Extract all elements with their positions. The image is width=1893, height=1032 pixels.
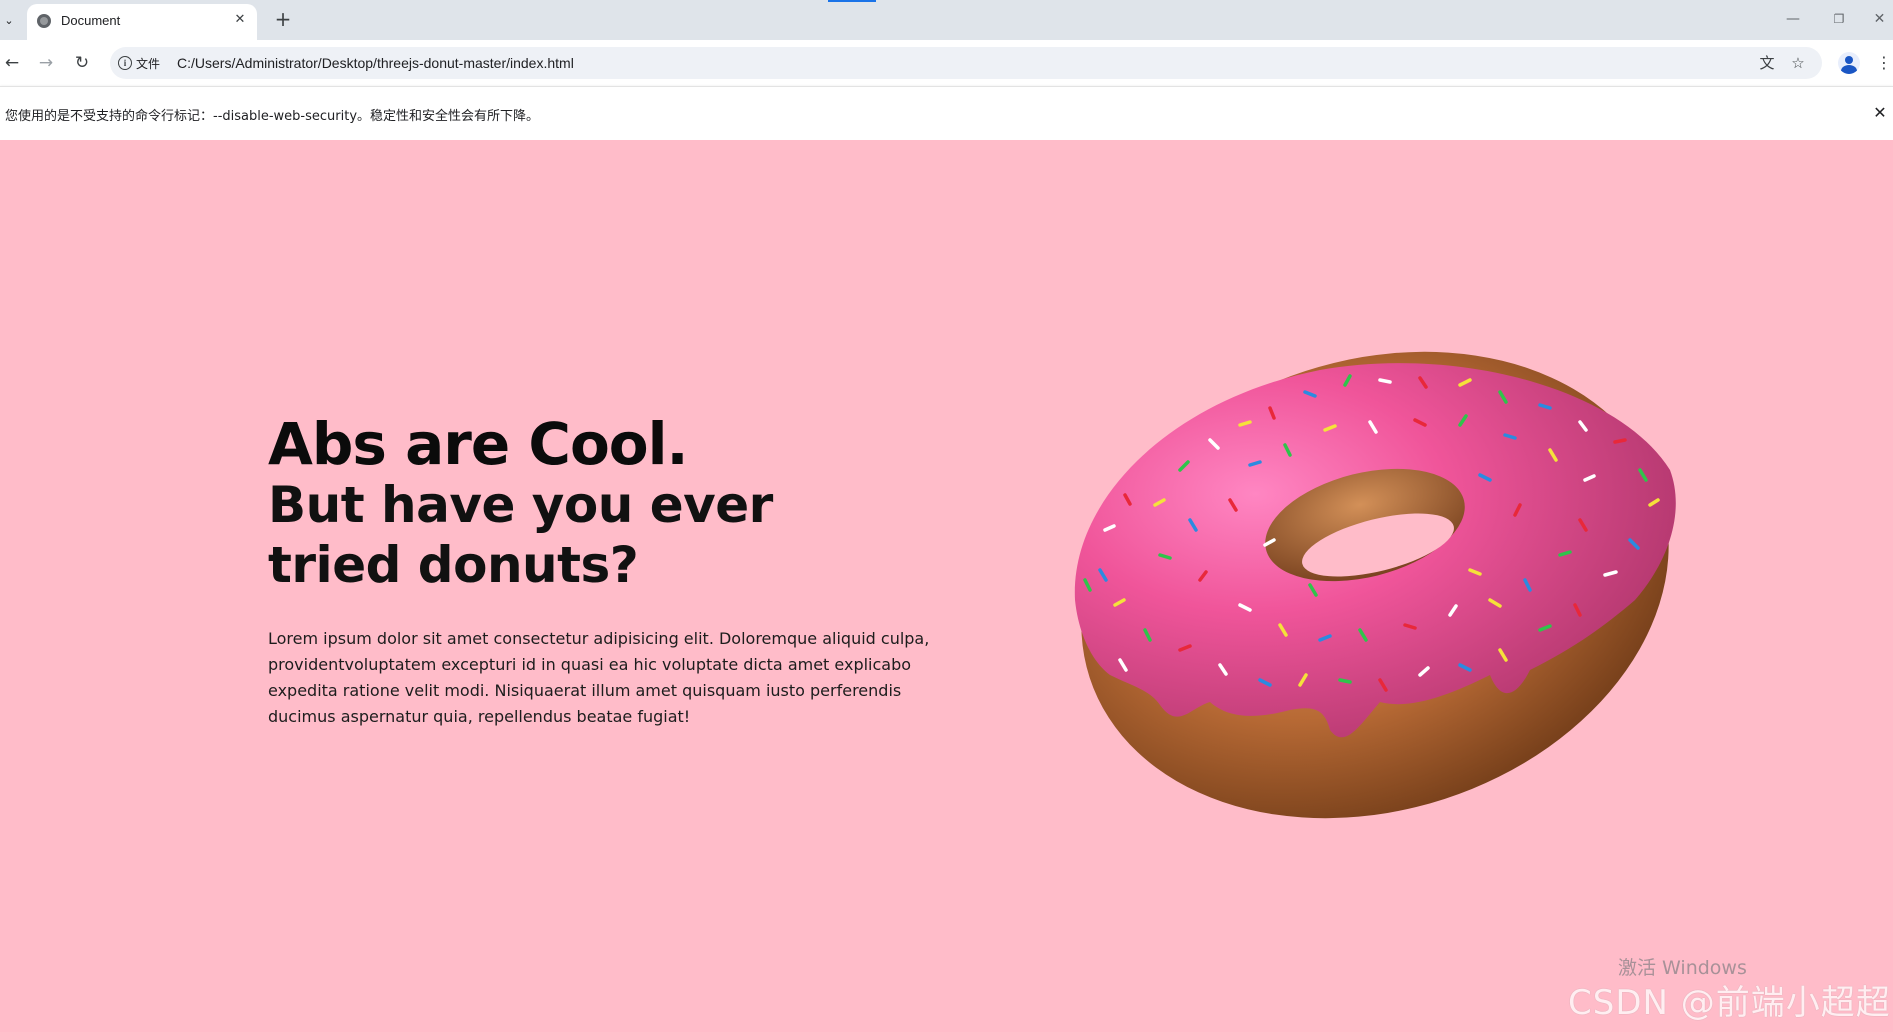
hero-subtitle: But have you ever tried donuts? bbox=[268, 476, 773, 594]
url-text[interactable]: C:/Users/Administrator/Desktop/threejs-d… bbox=[177, 55, 574, 71]
infobar-message: 您使用的是不受支持的命令行标记：--disable-web-security。稳… bbox=[5, 109, 540, 124]
close-icon: ✕ bbox=[1873, 103, 1887, 122]
close-icon: ✕ bbox=[1873, 11, 1886, 27]
chevron-down-icon: ⌄ bbox=[4, 13, 14, 27]
browser-menu-button[interactable]: ⋮ bbox=[1876, 51, 1892, 75]
minimize-icon: — bbox=[1786, 11, 1800, 27]
info-icon: i bbox=[118, 56, 132, 70]
profile-button[interactable] bbox=[1838, 52, 1860, 74]
reload-icon: ↻ bbox=[74, 53, 90, 73]
site-info-label: 文件 bbox=[136, 56, 161, 71]
globe-icon bbox=[37, 14, 51, 28]
address-bar[interactable]: i 文件 C:/Users/Administrator/Desktop/thre… bbox=[110, 47, 1822, 79]
star-icon[interactable]: ☆ bbox=[1786, 51, 1810, 75]
browser-toolbar: ← → ↻ i 文件 C:/Users/Administrator/Deskto… bbox=[0, 40, 1893, 86]
warning-infobar: 您使用的是不受支持的命令行标记：--disable-web-security。稳… bbox=[0, 86, 1893, 141]
hero-body-text: Lorem ipsum dolor sit amet consectetur a… bbox=[268, 629, 930, 726]
plus-icon: + bbox=[274, 7, 292, 31]
site-info-chip[interactable]: i 文件 bbox=[118, 52, 160, 74]
tab-document[interactable]: Document ✕ bbox=[27, 4, 257, 40]
more-vertical-icon: ⋮ bbox=[1876, 53, 1892, 72]
page-content: Abs are Cool. But have you ever tried do… bbox=[0, 140, 1893, 1032]
minimize-button[interactable]: — bbox=[1778, 8, 1808, 30]
forward-button[interactable]: → bbox=[34, 51, 58, 75]
tab-strip: ⌄ Document ✕ + — ❐ ✕ bbox=[0, 0, 1893, 40]
translate-icon[interactable]: 文 bbox=[1755, 51, 1779, 75]
close-icon[interactable]: ✕ bbox=[231, 11, 249, 29]
donut-illustration bbox=[1074, 351, 1676, 819]
window-close-button[interactable]: ✕ bbox=[1866, 8, 1893, 30]
tab-search-button[interactable]: ⌄ bbox=[0, 8, 18, 32]
arrow-left-icon: ← bbox=[4, 53, 20, 73]
restore-button[interactable]: ❐ bbox=[1824, 8, 1854, 30]
restore-icon: ❐ bbox=[1833, 12, 1845, 26]
infobar-close-button[interactable]: ✕ bbox=[1870, 103, 1890, 123]
csdn-watermark: CSDN @前端小超超 bbox=[1568, 983, 1891, 1023]
arrow-right-icon: → bbox=[38, 53, 54, 73]
reload-button[interactable]: ↻ bbox=[70, 51, 94, 75]
donut-3d-canvas[interactable] bbox=[1060, 330, 1690, 830]
tab-title: Document bbox=[61, 13, 121, 28]
loading-indicator bbox=[828, 0, 876, 2]
hero-title: Abs are Cool. bbox=[268, 410, 689, 478]
back-button[interactable]: ← bbox=[0, 51, 24, 75]
new-tab-button[interactable]: + bbox=[272, 8, 294, 30]
